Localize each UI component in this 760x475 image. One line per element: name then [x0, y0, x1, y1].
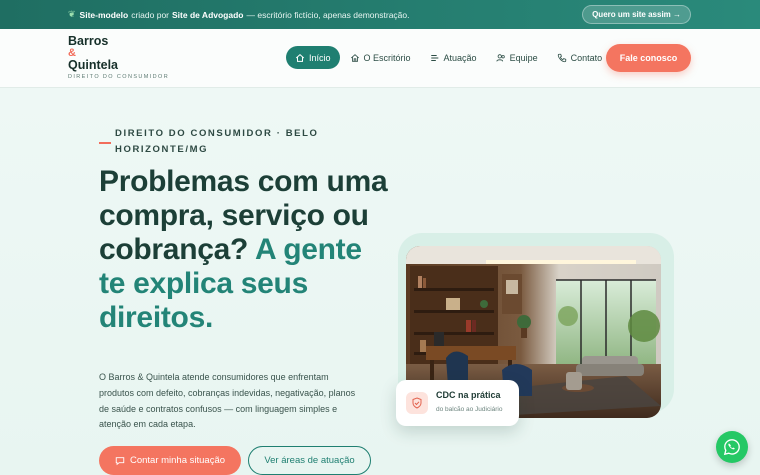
shield-check-icon	[406, 392, 428, 414]
users-icon	[495, 53, 505, 61]
site-header: Barros & Quintela DIREITO DO CONSUMIDOR …	[0, 29, 760, 88]
announcement-bold-1: Site-modelo	[79, 9, 129, 20]
badge-subtitle: do balcão ao Judiciário	[436, 406, 503, 413]
whatsapp-button[interactable]	[716, 431, 748, 463]
hero-eyebrow-text: DIREITO DO CONSUMIDOR · BELO HORIZONTE/M…	[115, 128, 319, 155]
hero-eyebrow: DIREITO DO CONSUMIDOR · BELO HORIZONTE/M…	[99, 126, 329, 158]
badge-title: CDC na prática	[436, 390, 501, 400]
contar-situacao-label: Contar minha situação	[129, 455, 226, 466]
hero-section: DIREITO DO CONSUMIDOR · BELO HORIZONTE/M…	[0, 88, 760, 475]
ver-areas-button[interactable]: Ver áreas de atuação	[248, 446, 371, 475]
nav-label-contato: Contato	[570, 52, 603, 63]
nav-label-atuacao: Atuação	[443, 52, 477, 63]
nav-label-inicio: Início	[309, 52, 331, 63]
whatsapp-icon	[723, 439, 740, 456]
nav-label-escritorio: O Escritório	[363, 52, 411, 63]
logo-line-1: Barros	[68, 34, 109, 48]
contar-situacao-button[interactable]: Contar minha situação	[99, 446, 241, 475]
leaf-icon: ❦	[68, 9, 76, 19]
fale-conosco-button[interactable]: Fale conosco	[606, 44, 691, 72]
cdc-badge: CDC na prática do balcão ao Judiciário	[396, 380, 519, 426]
announcement-bold-2[interactable]: Site de Advogado	[172, 10, 243, 20]
quero-site-button[interactable]: Quero um site assim →	[582, 5, 691, 24]
logo[interactable]: Barros & Quintela DIREITO DO CONSUMIDOR	[68, 34, 170, 81]
nav-item-equipe[interactable]: Equipe	[487, 46, 547, 69]
eyebrow-dash	[99, 142, 111, 144]
building-icon	[350, 53, 359, 62]
nav-item-atuacao[interactable]: Atuação	[421, 46, 486, 69]
hero-title: Problemas com uma compra, serviço ou cob…	[99, 165, 389, 335]
logo-line-3: Quintela	[68, 58, 119, 72]
list-icon	[430, 54, 438, 61]
nav-label-equipe: Equipe	[509, 52, 538, 63]
phone-icon	[557, 53, 566, 62]
nav-item-inicio[interactable]: Início	[286, 46, 340, 69]
nav-item-contato[interactable]: Contato	[548, 46, 612, 69]
home-icon	[295, 53, 305, 62]
main-nav: Início O Escritório Atuação Equipe Conta…	[286, 46, 612, 69]
nav-item-escritorio[interactable]: O Escritório	[341, 46, 420, 69]
announcement-bar: ❦ Site-modelo criado por Site de Advogad…	[0, 0, 760, 29]
hero-lead: O Barros & Quintela atende consumidores …	[99, 372, 356, 430]
logo-tagline: DIREITO DO CONSUMIDOR	[68, 74, 170, 80]
announcement-text-1: criado por	[131, 9, 170, 20]
chat-icon	[115, 456, 125, 465]
announcement-text-2: — escritório fictício, apenas demonstraç…	[246, 9, 410, 20]
